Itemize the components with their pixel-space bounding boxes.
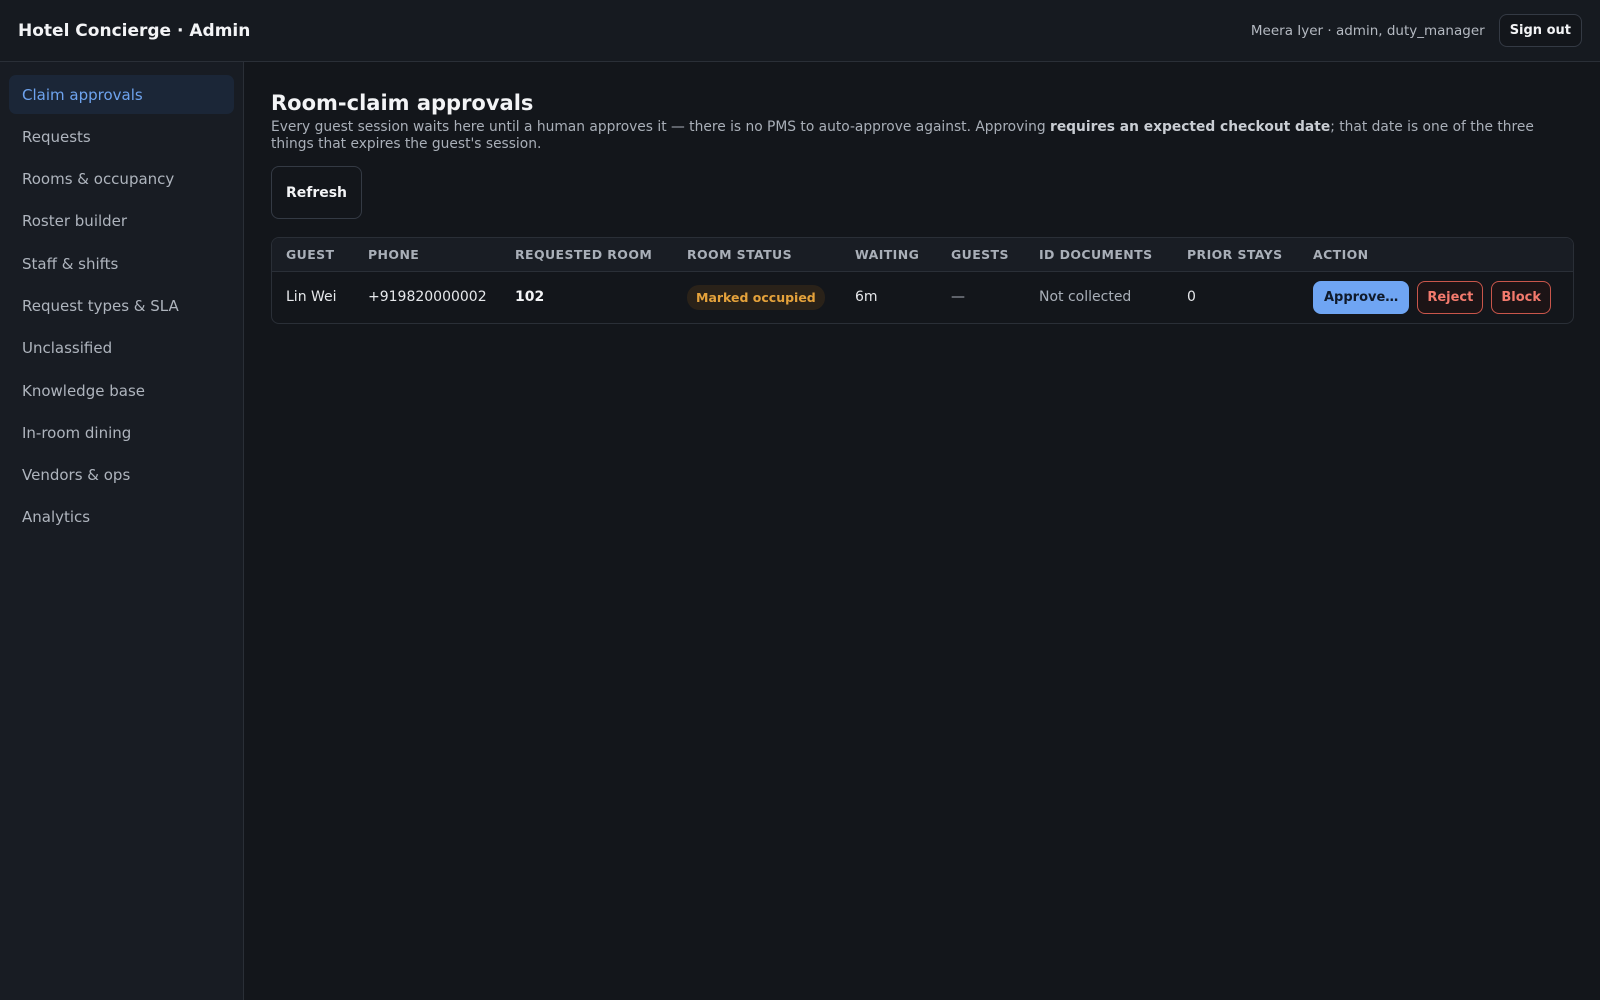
column-header-waiting: WAITING bbox=[841, 238, 937, 272]
id-documents: Not collected bbox=[1039, 289, 1132, 306]
approve-button[interactable]: Approve… bbox=[1313, 280, 1410, 314]
column-header-room-status: ROOM STATUS bbox=[673, 238, 841, 272]
requested-room: 102 bbox=[515, 289, 545, 306]
app-title: Hotel Concierge · Admin bbox=[18, 20, 251, 41]
column-header-phone: PHONE bbox=[354, 238, 501, 272]
user-info: Meera Iyer · admin, duty_manager bbox=[1250, 22, 1485, 39]
refresh-button[interactable]: Refresh bbox=[271, 166, 362, 219]
row-actions: Approve… Reject Block bbox=[1313, 280, 1573, 314]
user-area: Meera Iyer · admin, duty_manager Sign ou… bbox=[1251, 14, 1582, 47]
top-bar: Hotel Concierge · Admin Meera Iyer · adm… bbox=[0, 0, 1600, 62]
sidebar-item-request-types-sla[interactable]: Request types & SLA bbox=[9, 286, 234, 325]
prior-stays: 0 bbox=[1187, 289, 1196, 306]
guest-name: Lin Wei bbox=[286, 289, 337, 306]
sign-out-button[interactable]: Sign out bbox=[1498, 14, 1582, 47]
guest-count: — bbox=[951, 289, 965, 306]
table-header-row: GUEST PHONE REQUESTED ROOM ROOM STATUS W… bbox=[272, 238, 1573, 272]
sidebar-item-in-room-dining[interactable]: In-room dining bbox=[9, 413, 234, 452]
sidebar-item-vendors-ops[interactable]: Vendors & ops bbox=[9, 456, 234, 495]
sidebar: Claim approvals Requests Rooms & occupan… bbox=[0, 62, 244, 1000]
column-header-prior-stays: PRIOR STAYS bbox=[1173, 238, 1299, 272]
column-header-guests: GUESTS bbox=[937, 238, 1025, 272]
page-description: Every guest session waits here until a h… bbox=[271, 119, 1574, 153]
table-row: Lin Wei +919820000002 102 Marked occupie… bbox=[272, 271, 1573, 323]
column-header-guest: GUEST bbox=[272, 238, 354, 272]
guest-phone: +919820000002 bbox=[368, 289, 487, 306]
status-badge: Marked occupied bbox=[687, 284, 825, 310]
description-text: Every guest session waits here until a h… bbox=[271, 119, 1051, 135]
sidebar-item-unclassified[interactable]: Unclassified bbox=[9, 329, 234, 368]
description-emphasis: requires an expected checkout date bbox=[1050, 119, 1331, 135]
sidebar-item-knowledge-base[interactable]: Knowledge base bbox=[9, 371, 234, 410]
sidebar-item-analytics[interactable]: Analytics bbox=[9, 498, 234, 537]
main-content: Room-claim approvals Every guest session… bbox=[271, 62, 1574, 324]
action-cell: Approve… Reject Block bbox=[1299, 271, 1573, 323]
reject-button[interactable]: Reject bbox=[1417, 280, 1484, 314]
page-title: Room-claim approvals bbox=[271, 91, 534, 115]
column-header-requested-room: REQUESTED ROOM bbox=[501, 238, 673, 272]
sidebar-item-rooms-occupancy[interactable]: Rooms & occupancy bbox=[9, 160, 234, 199]
claims-table: GUEST PHONE REQUESTED ROOM ROOM STATUS W… bbox=[271, 237, 1574, 324]
column-header-action: ACTION bbox=[1299, 238, 1573, 272]
sidebar-item-roster-builder[interactable]: Roster builder bbox=[9, 202, 234, 241]
sidebar-item-claim-approvals[interactable]: Claim approvals bbox=[9, 75, 234, 114]
sidebar-item-requests[interactable]: Requests bbox=[9, 117, 234, 156]
sidebar-item-staff-shifts[interactable]: Staff & shifts bbox=[9, 244, 234, 283]
column-header-id-documents: ID DOCUMENTS bbox=[1025, 238, 1173, 272]
block-button[interactable]: Block bbox=[1491, 280, 1551, 314]
room-status-cell: Marked occupied bbox=[673, 271, 841, 323]
waiting-time: 6m bbox=[855, 289, 878, 306]
